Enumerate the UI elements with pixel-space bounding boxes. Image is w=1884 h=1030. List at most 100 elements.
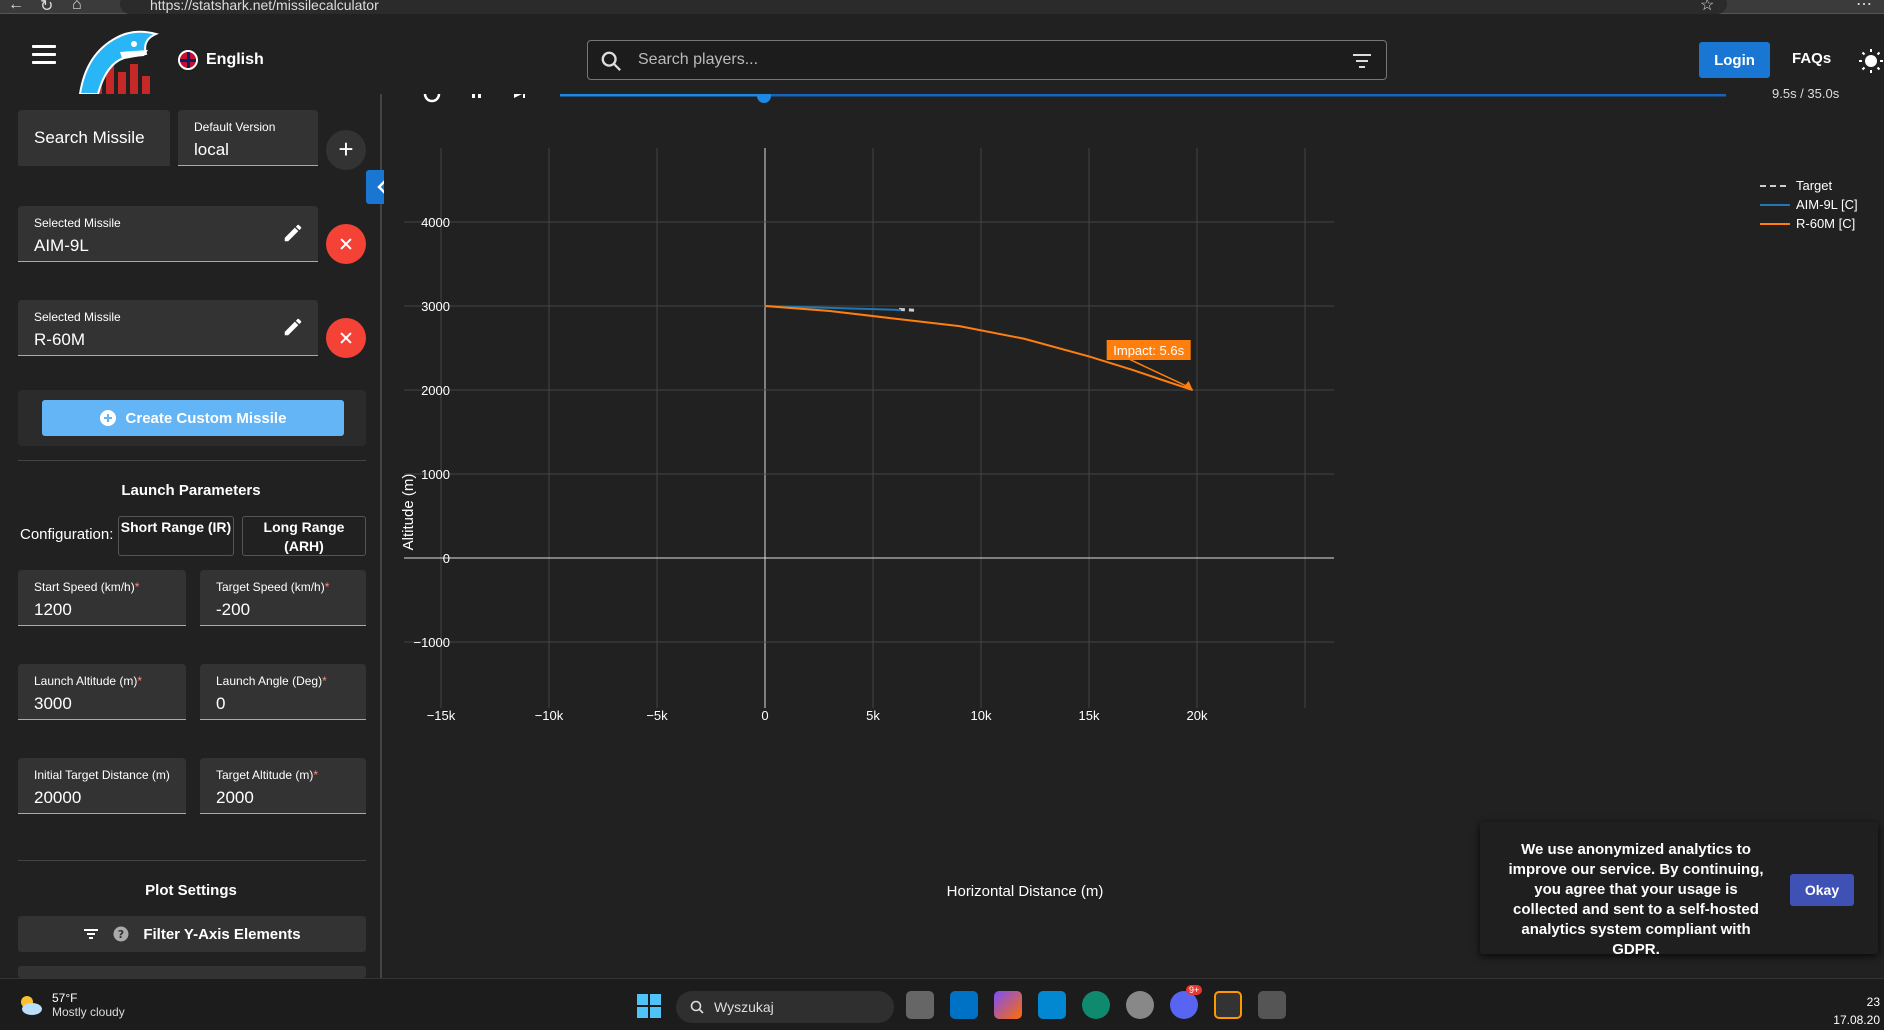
taskbar-search[interactable]: Wyszukaj xyxy=(676,991,894,1023)
player-search[interactable] xyxy=(587,40,1387,80)
target-speed-value[interactable]: -200 xyxy=(216,600,250,620)
target-altitude-label: Target Altitude (m) xyxy=(216,768,314,782)
add-circle-icon xyxy=(99,410,116,426)
selected-missile-label: Selected Missile xyxy=(34,216,121,230)
create-custom-missile-button[interactable]: Create Custom Missile xyxy=(42,400,344,436)
search-missile-button[interactable]: Search Missile xyxy=(18,110,170,166)
default-version-value: local xyxy=(194,140,229,159)
back-icon[interactable]: ← xyxy=(8,0,24,14)
y-tick-label: −1000 xyxy=(413,635,450,650)
x-tick-label: 15k xyxy=(1079,708,1100,723)
selected-missile-value: AIM-9L xyxy=(34,236,89,255)
filter-y-axis-button[interactable]: ? Filter Y-Axis Elements xyxy=(18,916,366,952)
app-eye-icon[interactable] xyxy=(1126,991,1154,1019)
chart-grid xyxy=(404,148,1334,708)
divider xyxy=(18,860,366,861)
annotation-arrow xyxy=(1126,357,1191,389)
start-speed-field[interactable]: Start Speed (km/h)* 1200 xyxy=(18,570,186,626)
store-icon[interactable] xyxy=(1038,991,1066,1019)
selected-missile-field-2[interactable]: Selected Missile R-60M xyxy=(18,300,318,356)
system-clock[interactable]: 23 17.08.20 xyxy=(1833,993,1880,1029)
annotation-label: Impact: 5.6s xyxy=(1113,343,1184,358)
favorite-star-icon[interactable]: ☆ xyxy=(1700,0,1714,15)
home-icon[interactable]: ⌂ xyxy=(72,0,82,14)
copilot-icon[interactable] xyxy=(994,991,1022,1019)
x-axis-label: Horizontal Distance (m) xyxy=(947,883,1104,900)
faqs-link[interactable]: FAQs xyxy=(1792,50,1831,67)
edit-pencil-icon[interactable] xyxy=(282,316,304,338)
discord-icon[interactable]: 9+ xyxy=(1170,985,1203,1019)
required-mark: * xyxy=(324,580,330,594)
launch-altitude-field[interactable]: Launch Altitude (m)* 3000 xyxy=(18,664,186,720)
more-options-icon[interactable]: ⋯ xyxy=(1856,0,1872,14)
next-setting-button[interactable] xyxy=(18,966,366,978)
launch-altitude-value[interactable]: 3000 xyxy=(34,694,72,714)
y-tick-label: 1000 xyxy=(421,467,450,482)
mail-app-icon[interactable] xyxy=(1214,991,1242,1019)
create-custom-label: Create Custom Missile xyxy=(125,409,287,427)
help-icon[interactable]: ? xyxy=(113,926,129,942)
initial-target-distance-label: Initial Target Distance (m) xyxy=(34,768,170,782)
search-missile-label: Search Missile xyxy=(34,128,145,147)
sidebar: Search Missile Default Version local + S… xyxy=(0,94,382,978)
legend-entry[interactable]: R-60M [C] xyxy=(1796,216,1855,231)
series-line-target xyxy=(898,307,915,312)
cookie-banner: We use anonymized analytics to improve o… xyxy=(1480,822,1878,958)
edit-pencil-icon[interactable] xyxy=(282,222,304,244)
language-selector[interactable]: English xyxy=(178,50,264,70)
legend-entry[interactable]: Target xyxy=(1796,178,1833,193)
svg-text:?: ? xyxy=(118,928,124,941)
outlook-icon[interactable] xyxy=(950,991,978,1019)
search-icon xyxy=(601,51,621,71)
initial-target-distance-field[interactable]: Initial Target Distance (m) 20000 xyxy=(18,758,186,814)
y-tick-label: 4000 xyxy=(421,215,450,230)
edge-browser-icon[interactable] xyxy=(1082,991,1110,1019)
start-speed-label: Start Speed (km/h) xyxy=(34,580,135,594)
login-button[interactable]: Login xyxy=(1699,42,1770,78)
windows-start-icon[interactable] xyxy=(636,993,662,1019)
required-mark: * xyxy=(322,674,327,688)
windows-taskbar: 57°F Mostly cloudy Wyszukaj 9+ 23 17.08.… xyxy=(0,978,1884,1030)
x-tick-label: 20k xyxy=(1187,708,1208,723)
config-short-range-button[interactable]: Short Range (IR) xyxy=(118,516,234,556)
filter-icon[interactable] xyxy=(1352,52,1372,70)
initial-target-distance-value[interactable]: 20000 xyxy=(34,788,81,808)
legend-entry[interactable]: AIM-9L [C] xyxy=(1796,197,1858,212)
x-tick-label: −15k xyxy=(427,708,456,723)
statshark-logo xyxy=(78,30,160,96)
sun-theme-icon[interactable] xyxy=(1858,48,1884,74)
y-tick-label: 3000 xyxy=(421,299,450,314)
target-speed-field[interactable]: Target Speed (km/h)* -200 xyxy=(200,570,366,626)
add-missile-button[interactable]: + xyxy=(326,130,366,170)
okay-button[interactable]: Okay xyxy=(1790,874,1854,906)
task-view-icon[interactable] xyxy=(906,991,934,1019)
weather-widget[interactable]: 57°F Mostly cloudy xyxy=(16,991,125,1019)
cookie-text: We use anonymized analytics to improve o… xyxy=(1508,841,1764,958)
filter-list-icon xyxy=(84,929,99,939)
tools-icon[interactable] xyxy=(1258,991,1286,1019)
hamburger-menu-icon[interactable] xyxy=(28,40,60,68)
default-version-select[interactable]: Default Version local xyxy=(178,110,318,166)
remove-missile-button[interactable] xyxy=(326,318,366,358)
x-tick-label: 10k xyxy=(971,708,992,723)
search-icon xyxy=(690,1000,704,1014)
required-mark: * xyxy=(134,580,140,594)
url-text[interactable]: https://statshark.net/missilecalculator xyxy=(150,0,379,13)
chart-legend[interactable]: Target AIM-9L [C] R-60M [C] xyxy=(1760,178,1858,231)
language-label: English xyxy=(206,51,264,68)
target-altitude-field[interactable]: Target Altitude (m)* 2000 xyxy=(200,758,366,814)
config-long-range-button[interactable]: Long Range (ARH) xyxy=(242,516,366,556)
selected-missile-field-1[interactable]: Selected Missile AIM-9L xyxy=(18,206,318,262)
launch-angle-field[interactable]: Launch Angle (Deg)* 0 xyxy=(200,664,366,720)
clock-time: 23 xyxy=(1866,995,1880,1009)
launch-angle-value[interactable]: 0 xyxy=(216,694,225,714)
browser-toolbar: ← ↻ ⌂ https://statshark.net/missilecalcu… xyxy=(0,0,1884,15)
uk-flag-icon xyxy=(178,50,198,70)
x-tick-label: −5k xyxy=(646,708,668,723)
target-altitude-value[interactable]: 2000 xyxy=(216,788,254,808)
remove-missile-button[interactable] xyxy=(326,224,366,264)
search-input[interactable] xyxy=(638,41,1328,79)
start-speed-value[interactable]: 1200 xyxy=(34,600,72,620)
clock-date: 17.08.20 xyxy=(1833,1013,1880,1027)
configuration-label: Configuration: xyxy=(20,526,114,543)
